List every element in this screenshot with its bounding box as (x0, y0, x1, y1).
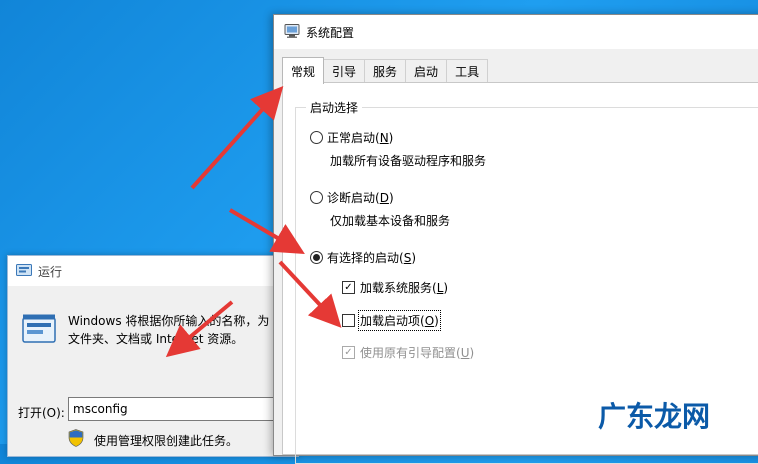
load-system-services-label-prefix: 加载系统服务( (360, 281, 437, 295)
run-dialog-title: 运行 (38, 264, 63, 279)
diagnostic-startup-label-suffix: ) (388, 190, 394, 205)
load-startup-items-label-suffix: ) (434, 314, 439, 328)
use-original-boot-checkmark-icon: ✓ (342, 346, 355, 359)
load-startup-items-label-prefix: 加载启动项( (360, 314, 425, 328)
tab-startup[interactable]: 启动 (405, 59, 448, 82)
watermark-logo: 广东龙网 (597, 399, 712, 435)
watermark: 广东龙网 (594, 398, 724, 437)
tab-services[interactable]: 服务 (364, 59, 407, 82)
normal-startup-desc: 加载所有设备驱动程序和服务 (330, 154, 487, 168)
use-original-boot-label-prefix: 使用原有引导配置( (360, 346, 461, 360)
run-open-label: 打开(O): (18, 406, 65, 420)
run-description: Windows 将根据你所输入的名称，为 文件夹、文档或 Internet 资源… (68, 312, 308, 348)
load-startup-items-checkbox[interactable]: 加载启动项(O) (342, 310, 441, 331)
selective-startup-radio[interactable]: 有选择的启动(S) (310, 249, 416, 266)
load-startup-items-box[interactable] (342, 314, 355, 327)
run-app-icon (16, 263, 32, 280)
tab-boot[interactable]: 引导 (323, 59, 366, 82)
run-command-input[interactable]: msconfig (68, 397, 294, 421)
run-description-line-1: Windows 将根据你所输入的名称，为 (68, 314, 270, 328)
msconfig-tabs: 常规 引导 服务 启动 工具 (282, 57, 489, 84)
run-titlebar: 运行 (8, 256, 298, 286)
load-startup-items-label: 加载启动项(O) (358, 310, 441, 331)
system-config-dialog: 系统配置 常规 引导 服务 启动 工具 启动选择 正常启动(N) 加载所有设备驱… (273, 14, 758, 464)
svg-text:广东龙网: 广东龙网 (598, 400, 710, 433)
run-program-icon (22, 314, 56, 347)
run-description-line-2: 文件夹、文档或 Internet 资源。 (68, 332, 244, 346)
normal-startup-label-suffix: ) (388, 130, 394, 145)
tab-tools[interactable]: 工具 (446, 59, 489, 82)
selective-startup-accesskey: S (403, 250, 412, 265)
use-original-boot-checkbox: ✓ 使用原有引导配置(U) (342, 344, 474, 361)
load-startup-items-accesskey: O (424, 314, 435, 328)
load-system-services-checkmark-icon[interactable]: ✓ (342, 281, 355, 294)
diagnostic-startup-radio-circle[interactable] (310, 191, 323, 204)
load-system-services-accesskey: L (436, 280, 444, 295)
diagnostic-startup-radio[interactable]: 诊断启动(D) (310, 189, 394, 206)
run-admin-note: 使用管理权限创建此任务。 (94, 434, 239, 448)
msconfig-app-icon (284, 23, 300, 42)
load-system-services-label-suffix: ) (443, 280, 449, 295)
load-system-services-checkbox[interactable]: ✓ 加载系统服务(L) (342, 279, 448, 296)
use-original-boot-accesskey: U (460, 345, 470, 360)
msconfig-body: 常规 引导 服务 启动 工具 启动选择 正常启动(N) 加载所有设备驱动程序和服… (274, 49, 758, 464)
diagnostic-startup-label-prefix: 诊断启动( (327, 191, 380, 205)
selective-startup-label-suffix: ) (411, 250, 416, 265)
arrow-to-general-tab (190, 86, 284, 190)
normal-startup-radio[interactable]: 正常启动(N) (310, 129, 393, 146)
tab-general[interactable]: 常规 (282, 57, 325, 84)
normal-startup-label-prefix: 正常启动( (327, 131, 380, 145)
use-original-boot-label-suffix: ) (469, 345, 475, 360)
run-dialog: 运行 Windows 将根据你所输入的名称，为 文件夹、文档或 Internet… (7, 255, 299, 457)
selective-startup-radio-circle[interactable] (310, 251, 323, 264)
normal-startup-accesskey: N (379, 130, 389, 145)
run-body: Windows 将根据你所输入的名称，为 文件夹、文档或 Internet 资源… (8, 286, 298, 456)
msconfig-title: 系统配置 (306, 25, 355, 40)
diagnostic-startup-desc: 仅加载基本设备和服务 (330, 214, 451, 228)
selective-startup-label-prefix: 有选择的启动( (327, 251, 404, 265)
normal-startup-radio-circle[interactable] (310, 131, 323, 144)
uac-shield-icon (68, 429, 84, 450)
diagnostic-startup-accesskey: D (379, 190, 389, 205)
msconfig-titlebar: 系统配置 (274, 15, 758, 49)
startup-selection-legend: 启动选择 (306, 99, 363, 116)
